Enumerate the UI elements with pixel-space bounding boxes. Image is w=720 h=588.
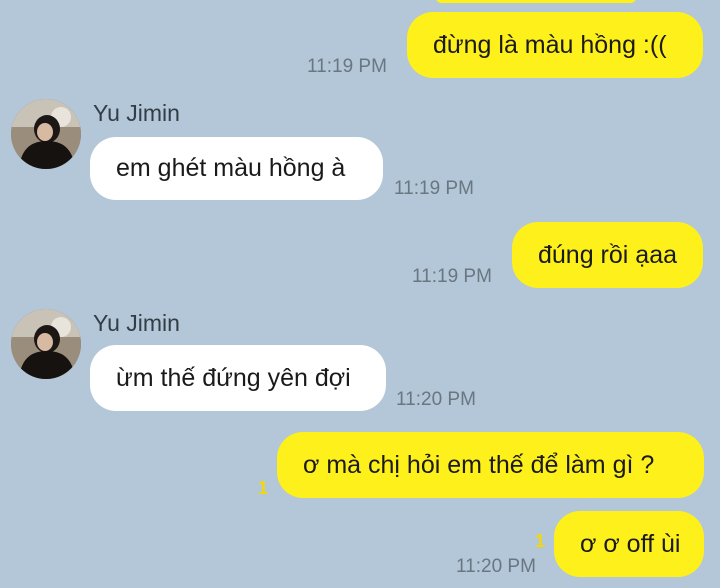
unread-count: 1 xyxy=(535,531,546,551)
avatar-photo-icon xyxy=(11,99,81,169)
message-text: ơ mà chị hỏi em thế để làm gì ? xyxy=(303,450,655,479)
avatar[interactable] xyxy=(11,99,81,169)
their-message-bubble[interactable]: ừm thế đứng yên đợi xyxy=(90,345,386,411)
my-message-bubble[interactable]: ơ ơ off ùi xyxy=(554,511,704,577)
my-message-bubble[interactable]: ơ mà chị hỏi em thế để làm gì ? xyxy=(277,432,704,498)
message-time: 11:20 PM xyxy=(456,556,536,577)
message-time: 11:20 PM xyxy=(396,389,476,410)
avatar[interactable] xyxy=(11,309,81,379)
unread-count: 1 xyxy=(258,478,269,498)
message-time: 11:19 PM xyxy=(307,56,387,77)
message-text: em ghét màu hồng à xyxy=(116,154,346,182)
message-text: đừng là màu hồng :(( xyxy=(433,30,667,59)
message-time: 11:19 PM xyxy=(394,178,474,199)
my-message-bubble[interactable]: đừng là màu hồng :(( xyxy=(407,12,703,78)
my-message-bubble[interactable]: đúng rồi ạaa xyxy=(512,222,703,288)
sender-name: Yu Jimin xyxy=(93,100,180,126)
sender-name: Yu Jimin xyxy=(93,310,180,336)
message-time: 11:19 PM xyxy=(412,266,492,287)
chat-area[interactable]: 11:19 PM đừng là màu hồng :(( Yu Jimin e… xyxy=(0,0,720,588)
avatar-photo-icon xyxy=(11,309,81,379)
message-text: đúng rồi ạaa xyxy=(538,240,678,269)
message-text: ừm thế đứng yên đợi xyxy=(116,363,351,392)
their-message-bubble[interactable]: em ghét màu hồng à xyxy=(90,137,383,200)
previous-message-bubble-edge xyxy=(436,0,636,3)
message-text: ơ ơ off ùi xyxy=(580,529,681,558)
